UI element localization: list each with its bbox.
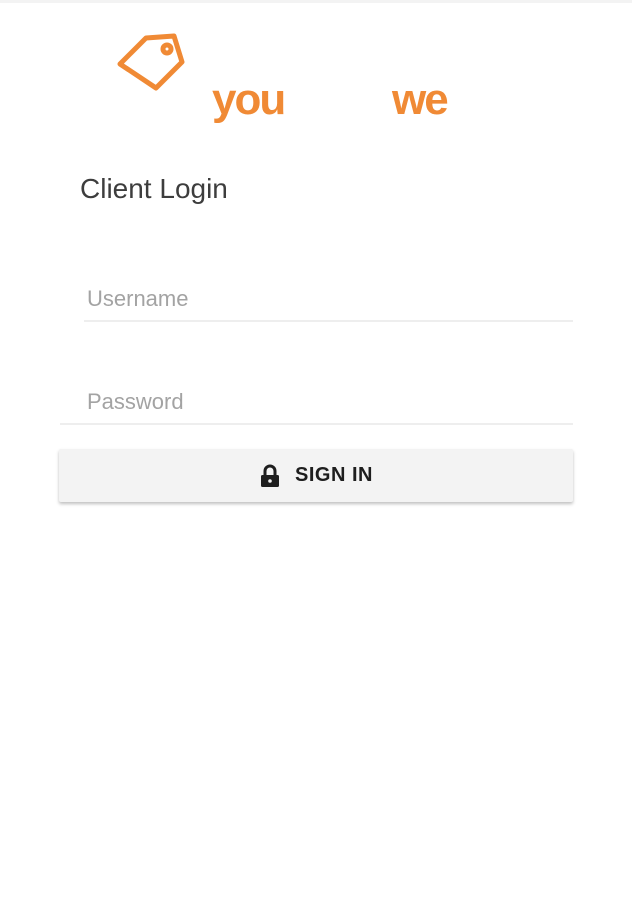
- password-field[interactable]: [60, 379, 573, 425]
- username-input[interactable]: [84, 276, 573, 322]
- price-tag-icon: [116, 32, 188, 98]
- lock-icon: [259, 464, 281, 488]
- brand-logo: you we: [116, 30, 476, 122]
- username-underline: [84, 320, 573, 322]
- sign-in-label: SIGN IN: [295, 464, 373, 486]
- sign-in-button[interactable]: SIGN IN: [59, 449, 573, 502]
- page-title: Client Login: [80, 173, 228, 204]
- brand-word-we: we: [392, 75, 449, 124]
- password-underline: [60, 423, 573, 425]
- username-field[interactable]: [84, 276, 573, 322]
- brand-word-you: you: [212, 75, 286, 124]
- password-input[interactable]: [84, 379, 573, 425]
- top-edge-divider: [0, 0, 632, 3]
